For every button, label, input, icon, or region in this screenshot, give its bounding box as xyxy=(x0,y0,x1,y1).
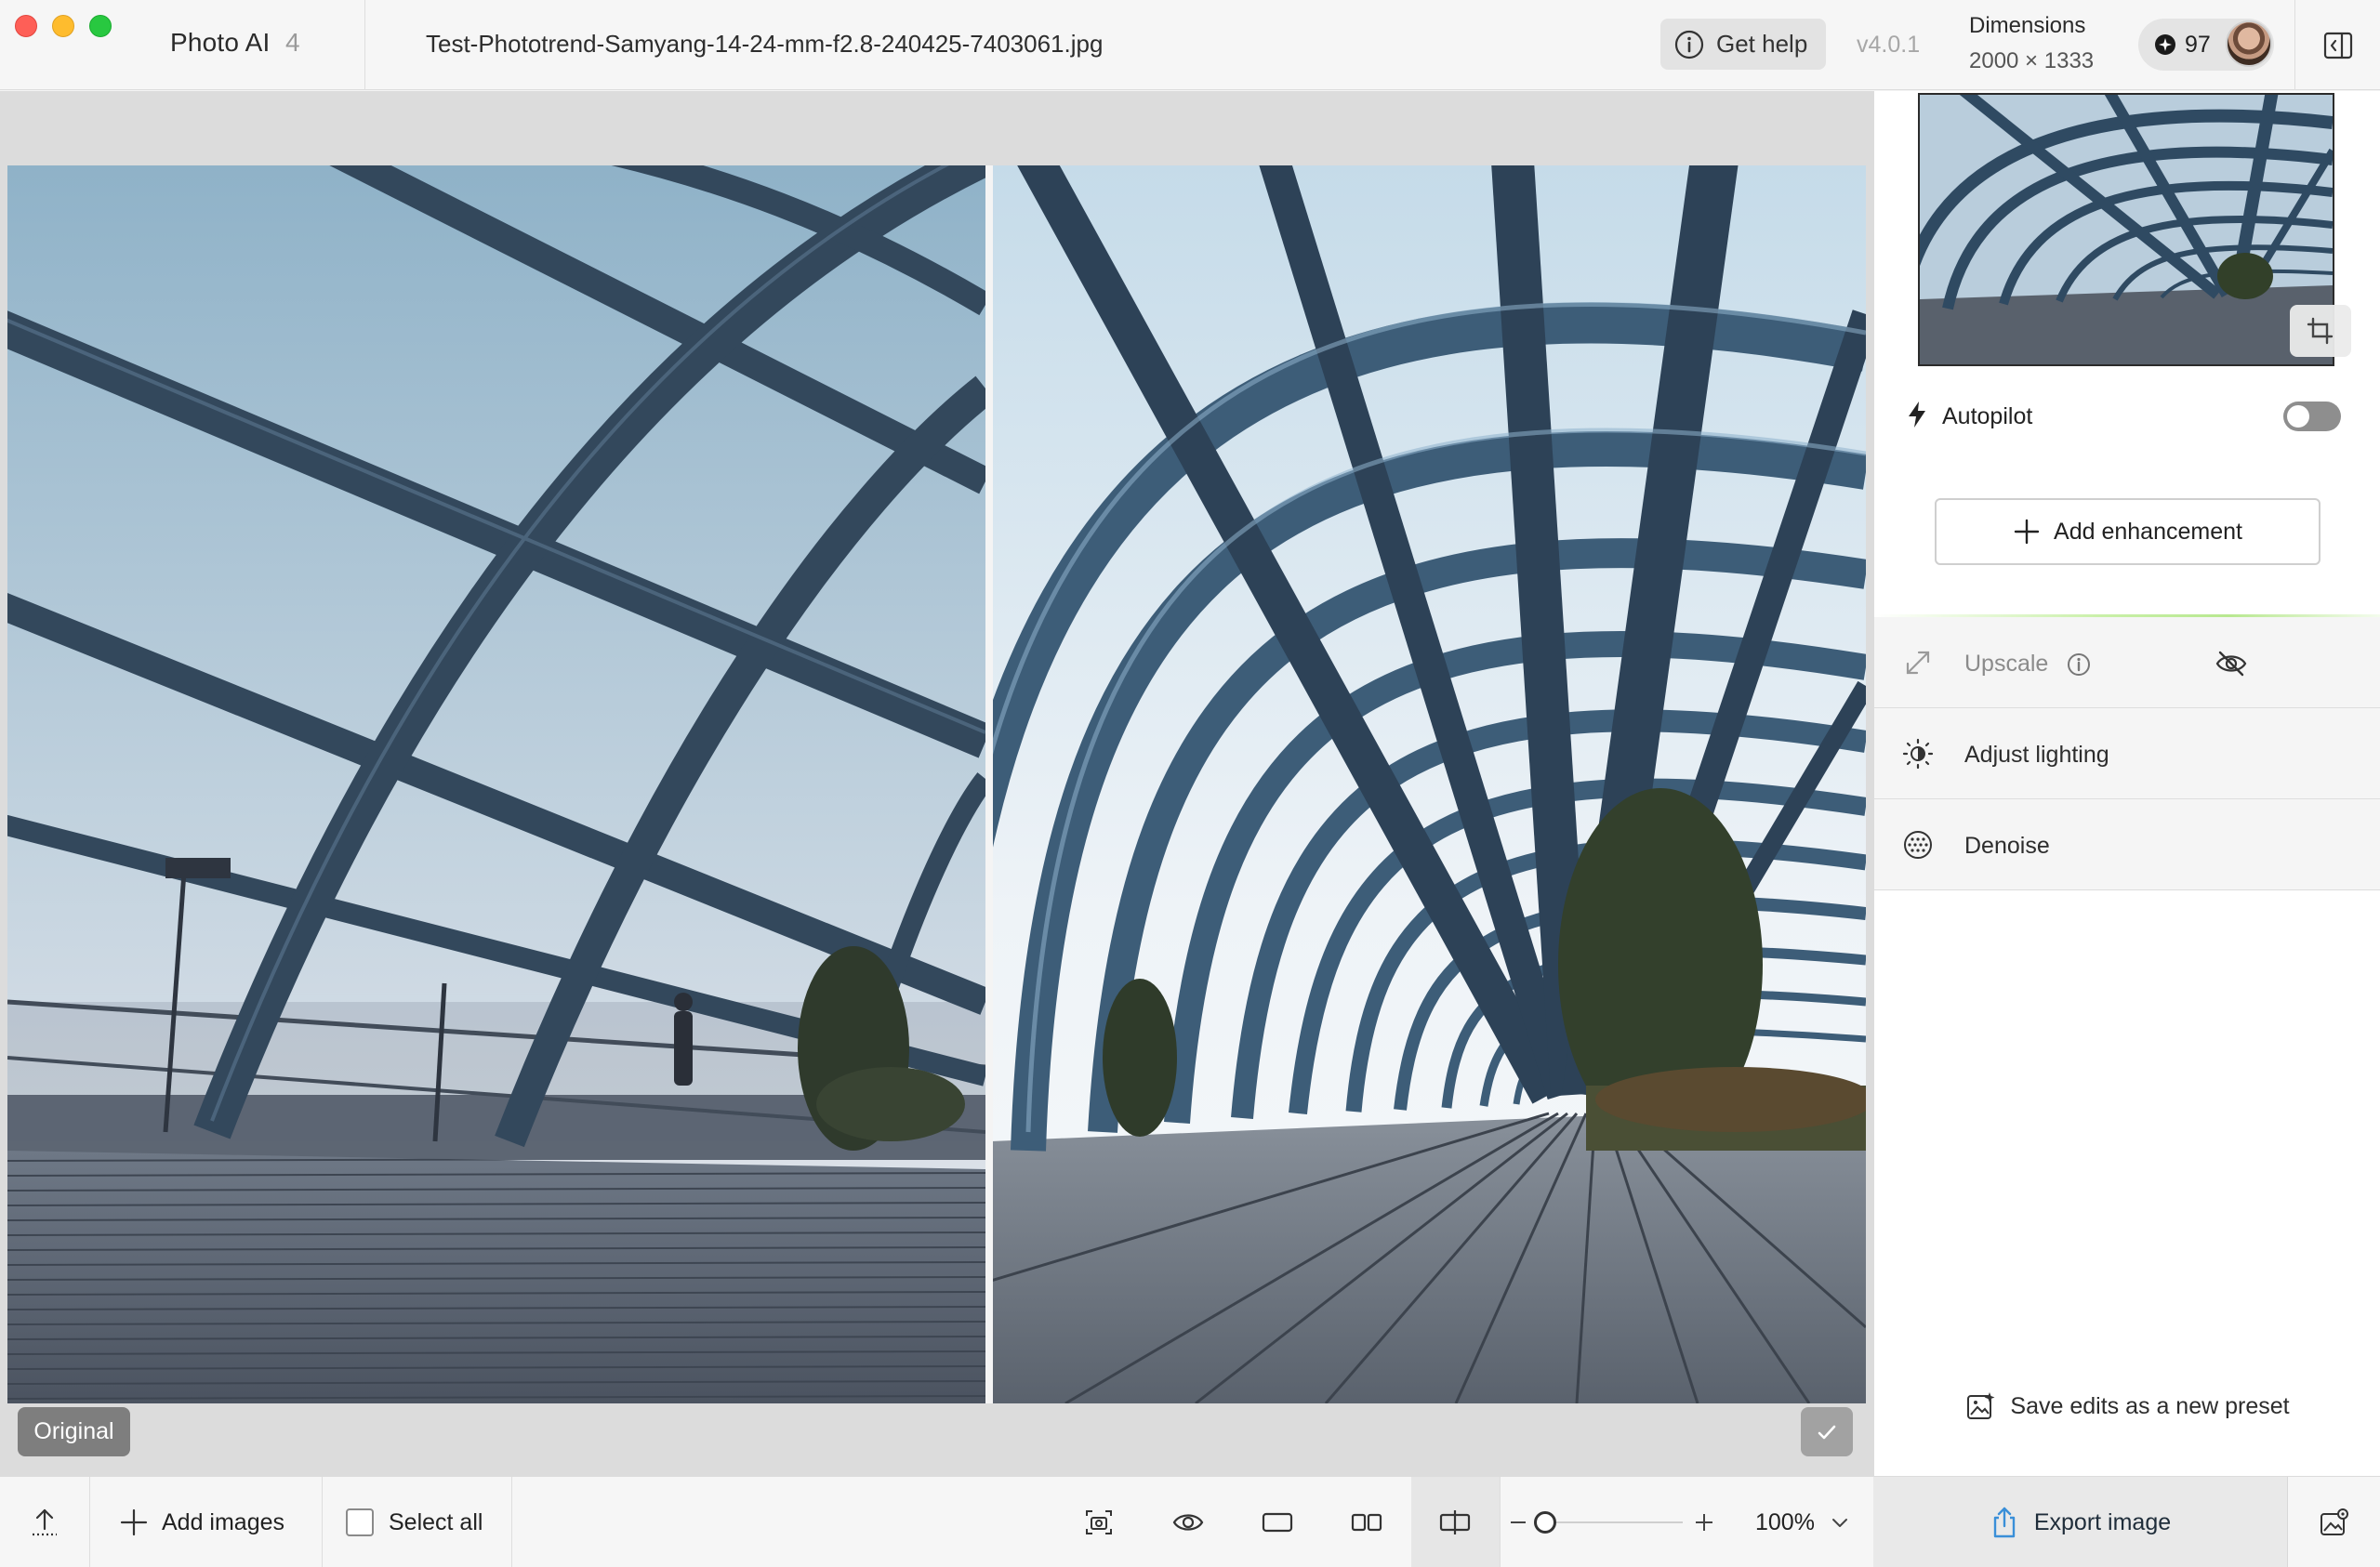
info-icon xyxy=(1674,30,1704,59)
image-compare-view[interactable] xyxy=(7,165,1866,1403)
navigator-thumbnail[interactable] xyxy=(1918,93,2334,366)
add-images-button[interactable]: Add images xyxy=(119,1477,284,1567)
zoom-out-button[interactable] xyxy=(1506,1477,1530,1567)
zoom-in-button[interactable] xyxy=(1692,1477,1716,1567)
toolbar-divider xyxy=(1500,1477,1501,1567)
crop-button[interactable] xyxy=(2290,305,2351,357)
preset-image-icon xyxy=(1967,1392,1995,1419)
enhanced-check-badge[interactable] xyxy=(1801,1407,1853,1456)
minus-icon xyxy=(1511,1521,1526,1523)
plus-icon xyxy=(2014,519,2040,545)
dimensions-value: 2000 × 1333 xyxy=(1969,48,2095,73)
autopilot-row: Autopilot xyxy=(1874,392,2380,439)
enhancement-list: Upscale Adjust lighting Denoise xyxy=(1874,617,2380,890)
enhancement-adjust-lighting[interactable]: Adjust lighting xyxy=(1874,708,2380,799)
eye-icon xyxy=(1172,1514,1204,1531)
checkbox-box[interactable] xyxy=(346,1508,374,1536)
autopilot-label: Autopilot xyxy=(1942,403,2033,429)
sidebar-panel-icon xyxy=(2323,32,2352,59)
file-name: Test-Phototrend-Samyang-14-24-mm-f2.8-24… xyxy=(426,30,1104,58)
get-help-label: Get help xyxy=(1716,30,1808,58)
denoise-label: Denoise xyxy=(1964,833,2050,859)
crop-icon xyxy=(2307,317,2334,345)
window-maximize-button[interactable] xyxy=(89,15,112,37)
zoom-dropdown-button[interactable] xyxy=(1828,1477,1852,1567)
dimensions-title: Dimensions xyxy=(1969,13,2086,38)
expand-arrows-icon xyxy=(1906,651,1930,675)
enhancement-upscale[interactable]: Upscale xyxy=(1874,617,2380,708)
app-window: Photo AI 4 Test-Phototrend-Samyang-14-24… xyxy=(0,0,2380,1567)
zoom-slider-track[interactable] xyxy=(1545,1521,1683,1523)
titlebar-divider xyxy=(364,0,365,90)
toolbar-divider xyxy=(322,1477,323,1567)
upscale-label: Upscale xyxy=(1964,651,2049,677)
save-preset-button[interactable]: Save edits as a new preset xyxy=(1874,1383,2380,1429)
app-name: Photo AI xyxy=(170,28,271,57)
get-help-button[interactable]: Get help xyxy=(1660,19,1826,70)
side-by-side-view-button[interactable] xyxy=(1344,1477,1389,1567)
save-preset-label: Save edits as a new preset xyxy=(2010,1392,2290,1419)
grain-circle-icon xyxy=(1904,831,1932,859)
image-canvas[interactable]: Original xyxy=(0,91,1873,1476)
credits-count: 97 xyxy=(2185,31,2211,58)
title-bar: Photo AI 4 Test-Phototrend-Samyang-14-24… xyxy=(0,0,2380,90)
image-settings-icon xyxy=(2320,1508,2348,1535)
upload-button[interactable] xyxy=(0,1477,89,1567)
original-label-badge: Original xyxy=(18,1407,130,1456)
enhanced-photo xyxy=(991,165,1866,1403)
side-by-side-icon xyxy=(1351,1513,1382,1532)
window-minimize-button[interactable] xyxy=(52,15,74,37)
bottom-toolbar: Add images Select all 100% Export image xyxy=(0,1476,2380,1567)
toggle-sidebar-button[interactable] xyxy=(2294,0,2380,90)
compare-divider-handle[interactable] xyxy=(985,165,993,1403)
add-enhancement-label: Add enhancement xyxy=(2054,518,2242,545)
info-icon[interactable] xyxy=(2066,652,2092,678)
camera-focus-icon xyxy=(1086,1510,1112,1534)
original-photo xyxy=(7,165,985,1403)
app-version: 4 xyxy=(285,28,300,57)
thumbnail-image xyxy=(1920,95,2333,364)
add-enhancement-button[interactable]: Add enhancement xyxy=(1935,498,2320,565)
plus-icon xyxy=(1696,1514,1712,1531)
autopilot-toggle[interactable] xyxy=(2283,402,2341,431)
lightning-bolt-icon xyxy=(1909,402,1925,428)
eye-hidden-icon[interactable] xyxy=(2215,649,2248,678)
user-avatar[interactable] xyxy=(2226,20,2272,67)
enhancement-denoise[interactable]: Denoise xyxy=(1874,799,2380,890)
window-close-button[interactable] xyxy=(15,15,37,37)
single-view-button[interactable] xyxy=(1255,1477,1300,1567)
sun-icon xyxy=(1902,738,1934,770)
zoom-level[interactable]: 100% xyxy=(1755,1509,1815,1536)
select-all-label: Select all xyxy=(389,1508,483,1535)
toggle-knob xyxy=(2287,405,2309,428)
split-view-icon xyxy=(1439,1510,1471,1534)
zoom-slider-handle[interactable] xyxy=(1534,1511,1556,1534)
export-image-label: Export image xyxy=(2033,1508,2172,1535)
export-settings-button[interactable] xyxy=(2287,1477,2380,1567)
chevron-down-icon xyxy=(1832,1519,1847,1527)
select-all-checkbox[interactable]: Select all xyxy=(346,1477,483,1567)
adjust-lighting-label: Adjust lighting xyxy=(1964,742,2109,768)
toolbar-divider xyxy=(511,1477,512,1567)
checkmark-icon xyxy=(1818,1425,1836,1439)
preview-toggle-button[interactable] xyxy=(1168,1477,1209,1567)
share-upload-icon xyxy=(1993,1507,2016,1538)
toolbar-divider xyxy=(89,1477,90,1567)
add-images-label: Add images xyxy=(162,1508,285,1535)
single-view-icon xyxy=(1262,1512,1293,1533)
split-compare-view-button[interactable] xyxy=(1411,1477,1500,1567)
snapshot-button[interactable] xyxy=(1078,1477,1119,1567)
plus-icon xyxy=(120,1508,148,1536)
enhancement-panel: Autopilot Add enhancement Upscale Adjust… xyxy=(1873,91,2380,1476)
app-build-version: v4.0.1 xyxy=(1857,32,1921,58)
credit-coin-icon xyxy=(2155,34,2175,55)
upload-icon xyxy=(33,1508,57,1536)
export-image-button[interactable]: Export image xyxy=(1873,1477,2287,1567)
